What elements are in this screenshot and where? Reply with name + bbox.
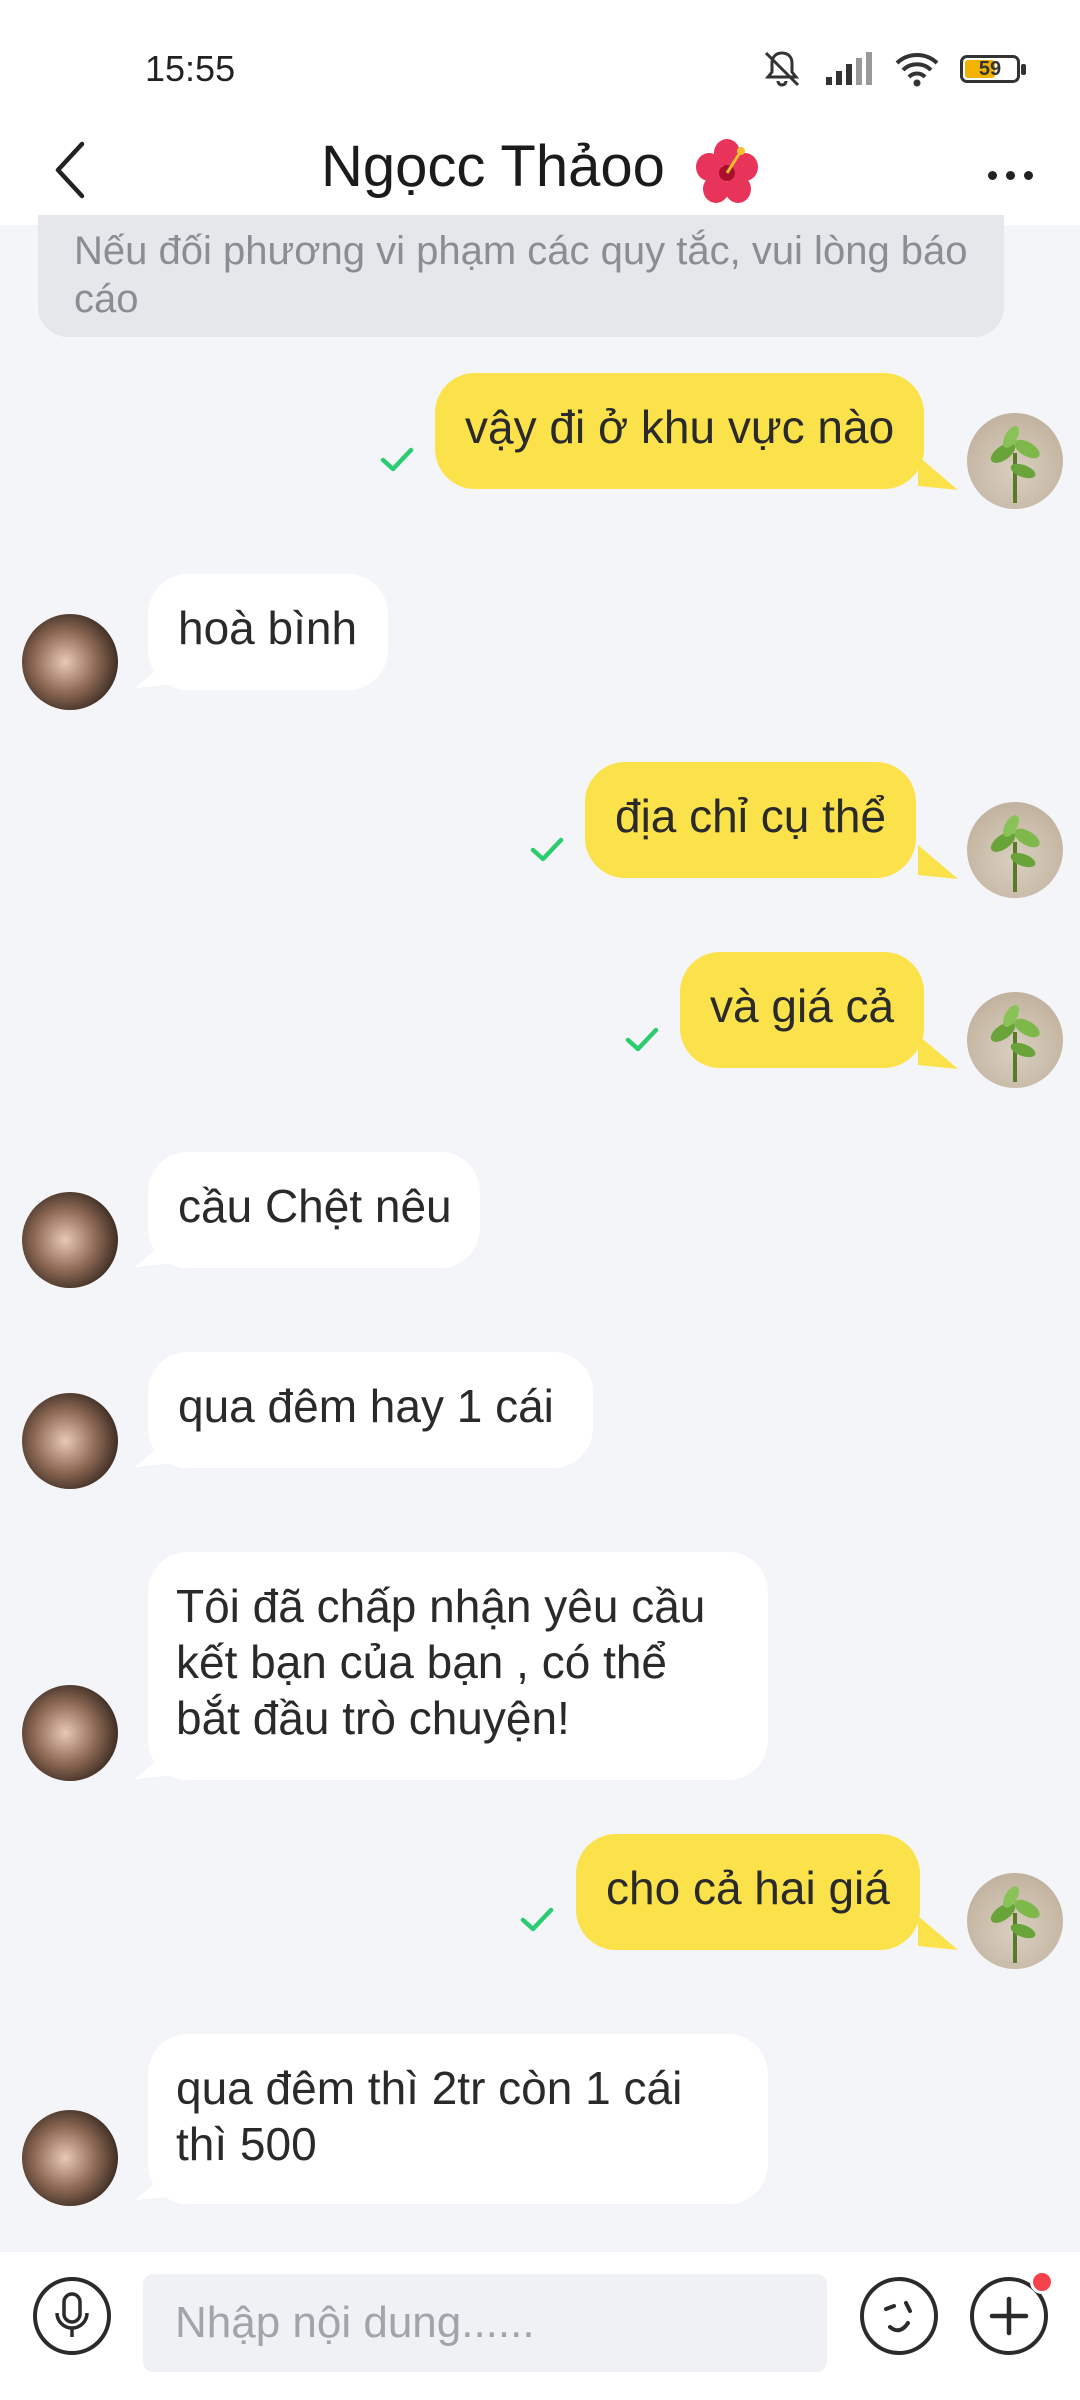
checkmark-icon: [530, 837, 564, 862]
plant-avatar-icon: [990, 815, 1040, 892]
emoji-button[interactable]: [860, 2277, 938, 2355]
microphone-icon: [55, 2292, 89, 2337]
message-bubble[interactable]: Tôi đã chấp nhận yêu cầu kết bạn của bạn…: [148, 1552, 768, 1780]
signal-icon: [826, 52, 872, 85]
wifi-icon: [895, 53, 939, 87]
my-avatar[interactable]: [967, 1873, 1063, 1969]
notification-dot: [1030, 2270, 1054, 2294]
bubble-tail: [918, 845, 958, 879]
more-options-button[interactable]: [970, 135, 1050, 215]
plant-avatar-icon: [990, 1005, 1040, 1082]
contact-avatar[interactable]: [22, 2110, 118, 2206]
bubble-tail: [918, 1035, 958, 1069]
bubble-tail: [918, 456, 958, 490]
plant-avatar-icon: [990, 426, 1040, 503]
message-bubble[interactable]: hoà bình: [148, 574, 388, 690]
bubble-tail: [918, 1916, 958, 1950]
checkmark-icon: [520, 1907, 554, 1932]
battery-level: 59: [978, 58, 1002, 80]
plus-icon: [989, 2296, 1029, 2336]
report-notice: Nếu đối phương vi phạm các quy tắc, vui …: [38, 215, 1004, 337]
battery-icon: 59: [960, 55, 1026, 83]
message-input[interactable]: [173, 2297, 797, 2349]
contact-avatar[interactable]: [22, 1393, 118, 1489]
message-bubble[interactable]: cầu Chệt nêu: [148, 1152, 480, 1268]
mute-icon: [764, 51, 800, 87]
message-bubble[interactable]: cho cả hai giá: [576, 1834, 920, 1950]
message-bubble[interactable]: qua đêm thì 2tr còn 1 cái thì 500: [148, 2034, 768, 2204]
message-bubble[interactable]: vậy đi ở khu vực nào: [435, 373, 925, 489]
plant-avatar-icon: [990, 1886, 1040, 1963]
contact-name: Ngọcc Thảoo: [320, 134, 665, 199]
composer-bar: [0, 2252, 1080, 2400]
dot-icon: [1023, 170, 1033, 180]
chat-title: Ngọcc Thảoo: [0, 133, 1080, 203]
hibiscus-icon: [696, 138, 759, 203]
status-time: 15:55: [145, 48, 236, 89]
my-avatar[interactable]: [967, 413, 1063, 509]
my-avatar[interactable]: [967, 802, 1063, 898]
dot-icon: [987, 170, 997, 180]
checkmark-icon: [625, 1027, 659, 1052]
checkmark-icon: [380, 447, 414, 472]
chat-header: Ngọcc Thảoo: [0, 115, 1080, 225]
message-bubble[interactable]: qua đêm hay 1 cái: [148, 1352, 593, 1468]
my-avatar[interactable]: [967, 992, 1063, 1088]
dot-icon: [1005, 170, 1015, 180]
message-bubble[interactable]: và giá cả: [680, 952, 925, 1068]
message-bubble[interactable]: địa chỉ cụ thể: [585, 762, 917, 878]
status-icons: 59: [760, 44, 1026, 94]
message-input-container[interactable]: [143, 2274, 827, 2372]
voice-button[interactable]: [33, 2277, 111, 2355]
emoji-icon: [884, 2301, 912, 2333]
top-bar: 15:55 59 Ngọcc Thảoo: [0, 0, 1080, 225]
contact-avatar[interactable]: [22, 614, 118, 710]
contact-avatar[interactable]: [22, 1192, 118, 1288]
contact-avatar[interactable]: [22, 1685, 118, 1781]
